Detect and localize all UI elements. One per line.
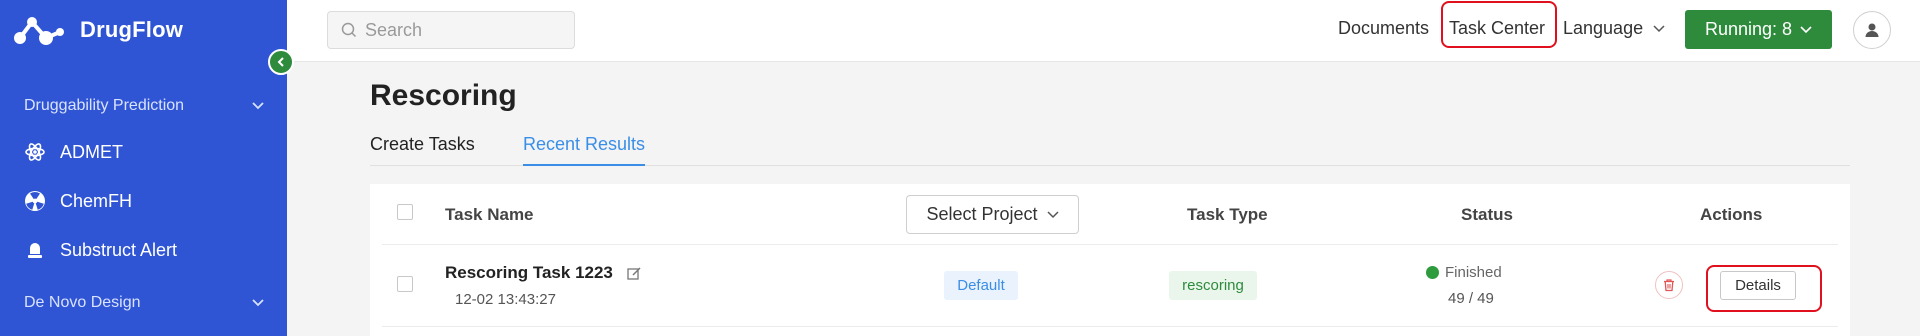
task-timestamp: 12-02 13:43:27 [455, 291, 556, 308]
status-finished: Finished [1426, 264, 1502, 281]
select-project-label: Select Project [926, 204, 1038, 224]
edit-icon[interactable] [627, 266, 642, 281]
tab-bar: Create Tasks Recent Results [370, 128, 1850, 166]
running-tasks-button[interactable]: Running: 8 [1685, 10, 1832, 49]
sidebar: DrugFlow Druggability Prediction ADMET C… [0, 0, 287, 336]
collapse-sidebar-button[interactable] [268, 49, 294, 75]
column-task-type: Task Type [1187, 205, 1268, 224]
sidebar-item-substruct-alert[interactable]: Substruct Alert [24, 234, 265, 266]
sidebar-item-label: ADMET [60, 141, 123, 162]
row-checkbox[interactable] [397, 276, 413, 292]
delete-button[interactable] [1655, 271, 1683, 299]
running-label: Running: 8 [1704, 19, 1793, 39]
chevron-down-icon [252, 299, 264, 307]
language-dropdown[interactable]: Language [1563, 18, 1665, 39]
trash-icon [1664, 279, 1674, 292]
search-box[interactable] [327, 11, 575, 49]
chevron-left-icon [277, 57, 284, 67]
alert-bell-icon [24, 239, 46, 261]
task-name: Rescoring Task 1223 [445, 263, 642, 283]
sidebar-section-de-novo[interactable]: De Novo Design [24, 288, 265, 318]
atom-icon [24, 141, 46, 163]
sidebar-section-druggability[interactable]: Druggability Prediction [24, 91, 265, 121]
sidebar-item-admet[interactable]: ADMET [24, 136, 265, 168]
chevron-down-icon [252, 102, 264, 110]
table-header: Task Name Select Project Task Type Statu… [382, 184, 1838, 245]
user-icon [1865, 23, 1879, 37]
documents-link[interactable]: Documents [1338, 18, 1429, 39]
status-label: Finished [1445, 264, 1502, 281]
task-type-tag: rescoring [1169, 271, 1257, 300]
sidebar-section-label: Druggability Prediction [24, 97, 185, 114]
results-table: Task Name Select Project Task Type Statu… [370, 184, 1850, 336]
app-name: DrugFlow [80, 17, 184, 42]
brand[interactable]: DrugFlow [12, 10, 183, 50]
language-label: Language [1563, 18, 1644, 38]
chevron-down-icon [1047, 210, 1059, 218]
radiation-icon [24, 190, 46, 212]
tab-recent-results[interactable]: Recent Results [523, 134, 646, 166]
sidebar-section-label: De Novo Design [24, 294, 141, 311]
page-title: Rescoring [370, 79, 517, 112]
sidebar-item-label: ChemFH [60, 190, 133, 211]
sidebar-item-chemfh[interactable]: ChemFH [24, 185, 265, 217]
select-project-dropdown[interactable]: Select Project [906, 195, 1079, 234]
chevron-down-icon [1653, 24, 1665, 32]
task-name-text: Rescoring Task 1223 [445, 263, 613, 282]
chevron-down-icon [1800, 25, 1812, 33]
top-header [287, 0, 1920, 62]
sidebar-item-label: Substruct Alert [60, 239, 178, 260]
project-tag: Default [944, 271, 1018, 300]
drugflow-logo-icon [14, 17, 64, 45]
column-actions: Actions [1700, 205, 1763, 224]
column-task-name: Task Name [445, 205, 534, 224]
user-avatar[interactable] [1853, 11, 1891, 49]
column-status: Status [1461, 205, 1513, 224]
status-progress: 49 / 49 [1448, 290, 1494, 307]
search-input[interactable] [365, 19, 565, 41]
table-row: Rescoring Task 1223 12-02 13:43:27 [382, 245, 1838, 327]
task-center-highlight [1441, 1, 1557, 48]
select-all-checkbox[interactable] [397, 204, 413, 220]
status-dot-icon [1426, 266, 1439, 279]
tab-create-tasks[interactable]: Create Tasks [370, 134, 475, 166]
details-highlight [1706, 265, 1822, 312]
search-icon [341, 22, 357, 38]
